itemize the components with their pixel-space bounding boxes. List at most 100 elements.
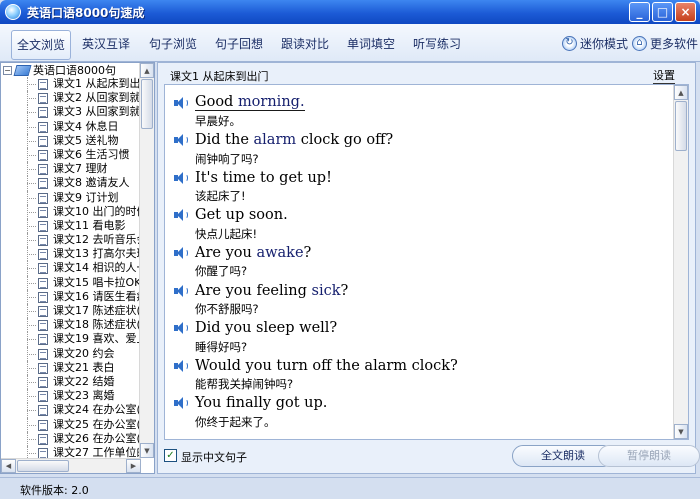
- tree-item[interactable]: 课文5 送礼物: [1, 133, 141, 148]
- tree-connector: [27, 452, 36, 454]
- tab-dictation[interactable]: 听写练习: [407, 30, 467, 60]
- content-scroll-up-icon[interactable]: ▲: [674, 85, 688, 100]
- minimize-button[interactable]: _: [629, 2, 650, 22]
- english-text: ?: [303, 244, 312, 261]
- mini-mode-button[interactable]: ↻ 迷你模式: [562, 34, 628, 52]
- speaker-icon[interactable]: [173, 246, 189, 260]
- tab-follow-read[interactable]: 跟读对比: [275, 30, 335, 60]
- english-row: Are you awake?: [173, 243, 311, 262]
- tree-vertical-scrollbar[interactable]: ▲ ▼: [139, 63, 154, 458]
- tree-item[interactable]: 课文8 邀请友人: [1, 176, 141, 191]
- document-icon: [38, 164, 48, 176]
- tree-item[interactable]: 课文23 离婚: [1, 389, 141, 404]
- tree-item[interactable]: 课文14 相识的人一: [1, 261, 141, 276]
- scroll-thumb[interactable]: [141, 79, 153, 129]
- tree-item[interactable]: 课文4 休息日: [1, 119, 141, 134]
- tree-item[interactable]: 课文10 出门的时候: [1, 204, 141, 219]
- document-icon: [38, 405, 48, 417]
- tree-item[interactable]: 课文3 从回家到就: [1, 105, 141, 120]
- english-sentence[interactable]: Would you turn off the alarm clock?: [195, 358, 458, 374]
- speaker-icon[interactable]: [173, 171, 189, 185]
- tree-item[interactable]: 课文16 请医生看病: [1, 289, 141, 304]
- tree-connector: [27, 126, 36, 128]
- tree-item[interactable]: 课文2 从回家到就: [1, 91, 141, 106]
- tree-connector: [27, 325, 36, 327]
- tree-item[interactable]: 课文13 打高尔夫球: [1, 247, 141, 262]
- tree-item[interactable]: 课文12 去听音乐会: [1, 233, 141, 248]
- tab-word-fill[interactable]: 单词填空: [341, 30, 401, 60]
- pause-reading-button[interactable]: 暂停朗读: [598, 445, 700, 467]
- tree-item-label: 课文5 送礼物: [53, 133, 119, 147]
- english-sentence[interactable]: Get up soon.: [195, 207, 288, 223]
- scroll-right-icon[interactable]: ▶: [126, 459, 141, 473]
- chinese-sentence: 你不舒服吗?: [195, 302, 259, 316]
- more-software-button[interactable]: ⌂ 更多软件: [632, 34, 698, 52]
- english-sentence[interactable]: It's time to get up!: [195, 170, 332, 186]
- tree-item[interactable]: 课文26 在办公室(: [1, 431, 141, 446]
- tree-item[interactable]: 课文1 从起床到出: [1, 77, 141, 92]
- tree-item[interactable]: 课文15 唱卡拉OK: [1, 275, 141, 290]
- chinese-sentence: 快点儿起床!: [195, 226, 258, 241]
- english-row: Are you feeling sick?: [173, 281, 348, 300]
- sentence-item: Did you sleep well? 睡得好吗?: [173, 319, 337, 356]
- show-chinese-checkbox[interactable]: ✓: [164, 449, 177, 462]
- close-button[interactable]: ×: [675, 2, 696, 22]
- home-icon: ⌂: [632, 35, 647, 51]
- tree-item[interactable]: 课文11 看电影: [1, 218, 141, 234]
- speaker-icon[interactable]: [173, 396, 189, 410]
- tree-connector: [27, 424, 36, 426]
- settings-link[interactable]: 设置: [653, 67, 675, 84]
- h-scroll-thumb[interactable]: [17, 460, 69, 472]
- english-sentence[interactable]: You finally got up.: [195, 395, 327, 411]
- tree-root[interactable]: − 英语口语8000句: [3, 63, 116, 77]
- tree-item[interactable]: 课文19 喜欢、爱上: [1, 332, 141, 347]
- speaker-icon[interactable]: [173, 321, 189, 335]
- content-vertical-scrollbar[interactable]: ▲ ▼: [673, 85, 688, 439]
- tree-item[interactable]: 课文24 在办公室(: [1, 403, 141, 418]
- english-sentence[interactable]: Did the alarm clock go off?: [195, 132, 393, 148]
- tab-full-browse[interactable]: 全文浏览: [11, 30, 71, 60]
- tree-item[interactable]: 课文21 表白: [1, 360, 141, 375]
- tab-sentence-recall[interactable]: 句子回想: [209, 30, 269, 60]
- content-scroll-down-icon[interactable]: ▼: [674, 424, 688, 439]
- tree-connector: [27, 112, 36, 114]
- english-sentence[interactable]: Good morning.: [195, 94, 305, 111]
- speaker-icon[interactable]: [173, 96, 189, 110]
- tree-connector: [27, 240, 36, 242]
- tree-item[interactable]: 课文9 订计划: [1, 190, 141, 205]
- english-row: Good morning.: [173, 93, 305, 112]
- tree-item[interactable]: 课文7 理财: [1, 162, 141, 177]
- tree-item[interactable]: 课文6 生活习惯: [1, 147, 141, 163]
- tab-sentence-browse[interactable]: 句子浏览: [143, 30, 203, 60]
- tree-item[interactable]: 课文22 结婚: [1, 374, 141, 390]
- tab-en-cn-translate[interactable]: 英汉互译: [76, 30, 136, 60]
- tree-item[interactable]: 课文25 在办公室(: [1, 417, 141, 432]
- speaker-icon[interactable]: [173, 359, 189, 373]
- tree-item[interactable]: 课文20 约会: [1, 346, 141, 361]
- speaker-icon[interactable]: [173, 284, 189, 298]
- english-sentence[interactable]: Did you sleep well?: [195, 320, 337, 336]
- tree-item[interactable]: 课文17 陈述症状(: [1, 304, 141, 319]
- scroll-up-icon[interactable]: ▲: [140, 63, 154, 78]
- tree-connector: [27, 438, 36, 440]
- collapse-icon[interactable]: −: [3, 65, 12, 75]
- tree-item-label: 课文21 表白: [53, 360, 115, 374]
- english-row: Get up soon.: [173, 206, 288, 225]
- scroll-left-icon[interactable]: ◀: [1, 459, 16, 473]
- scroll-down-icon[interactable]: ▼: [140, 443, 154, 458]
- speaker-icon[interactable]: [173, 133, 189, 147]
- sentence-item: You finally got up. 你终于起来了。: [173, 394, 327, 431]
- content-scroll-thumb[interactable]: [675, 101, 687, 151]
- tree-item[interactable]: 课文18 陈述症状(: [1, 318, 141, 333]
- english-sentence[interactable]: Are you feeling sick?: [195, 283, 348, 299]
- english-text: Would you turn off the alarm clock?: [195, 357, 458, 374]
- speaker-icon[interactable]: [173, 208, 189, 222]
- tree-horizontal-scrollbar[interactable]: ◀ ▶: [1, 458, 141, 473]
- document-icon: [38, 149, 48, 161]
- tree-connector: [27, 296, 36, 298]
- tree-connector: [27, 353, 36, 355]
- tree-item-label: 课文17 陈述症状(: [53, 304, 141, 317]
- maximize-button[interactable]: □: [652, 2, 673, 22]
- keyword: alarm: [253, 132, 297, 149]
- english-sentence[interactable]: Are you awake?: [195, 245, 311, 261]
